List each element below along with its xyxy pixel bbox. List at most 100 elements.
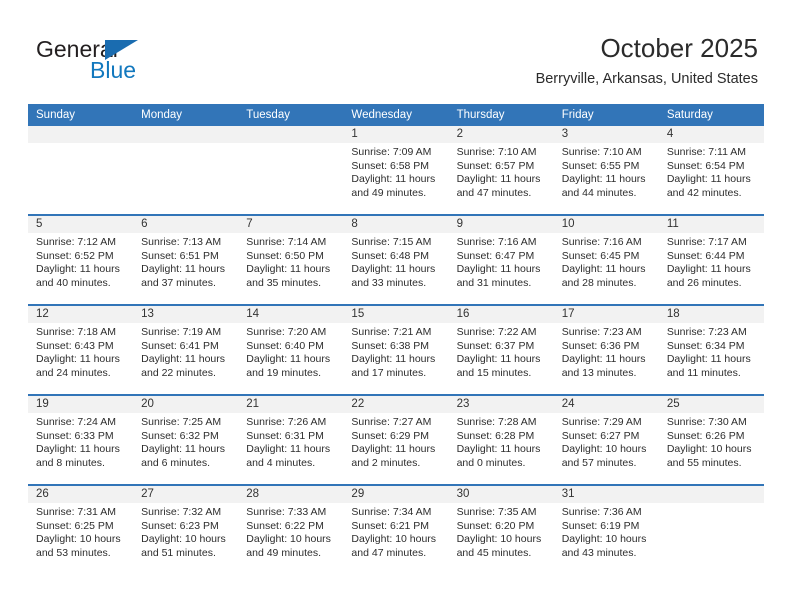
calendar-day-cell[interactable]: 12 Sunrise: 7:18 AM Sunset: 6:43 PM Dayligh… <box>28 304 134 395</box>
weekday-header-sunday: Sunday <box>28 104 134 126</box>
calendar-day-cell[interactable]: 25 Sunrise: 7:30 AM Sunset: 6:26 PM Dayligh… <box>658 394 764 485</box>
calendar-day-cell-empty <box>133 126 239 215</box>
calendar-day-cell[interactable]: 4 Sunrise: 7:11 AM Sunset: 6:54 PM Daylight… <box>658 126 764 215</box>
day-detail-daylight2: and 2 minutes. <box>351 456 421 469</box>
day-detail-sunset: Sunset: 6:22 PM <box>246 519 324 532</box>
day-details: Sunrise: 7:25 AM Sunset: 6:32 PM Daylight:… <box>133 413 238 470</box>
day-details: Sunrise: 7:26 AM Sunset: 6:31 PM Daylight:… <box>238 413 343 470</box>
calendar-day-cell[interactable]: 14 Sunrise: 7:20 AM Sunset: 6:40 PM Dayligh… <box>238 304 344 395</box>
day-detail-sunset: Sunset: 6:28 PM <box>456 429 535 442</box>
day-detail-sunrise: Sunrise: 7:10 AM <box>561 146 642 158</box>
calendar-grid: Sunday Monday Tuesday Wednesday Thursday… <box>28 104 764 574</box>
calendar-day-cell-empty <box>238 126 344 215</box>
calendar-day-cell[interactable]: 17 Sunrise: 7:23 AM Sunset: 6:36 PM Dayligh… <box>553 304 659 395</box>
day-detail-daylight2: and 40 minutes. <box>36 276 111 289</box>
calendar-week-row: 19 Sunrise: 7:24 AM Sunset: 6:33 PM Dayligh… <box>28 394 764 485</box>
day-number: 31 <box>553 486 659 503</box>
calendar-day-cell[interactable]: 7 Sunrise: 7:14 AM Sunset: 6:50 PM Daylight… <box>238 214 344 305</box>
day-detail-daylight1: Daylight: 10 hours <box>561 443 647 456</box>
calendar-day-cell[interactable]: 16 Sunrise: 7:22 AM Sunset: 6:37 PM Dayligh… <box>448 304 554 395</box>
day-number: 6 <box>133 216 239 233</box>
calendar-day-cell[interactable]: 2 Sunrise: 7:10 AM Sunset: 6:57 PM Daylight… <box>448 126 554 215</box>
day-number: 15 <box>343 306 449 323</box>
calendar-day-cell[interactable]: 5 Sunrise: 7:12 AM Sunset: 6:52 PM Daylight… <box>28 214 134 305</box>
day-number <box>28 126 134 143</box>
calendar-day-cell[interactable]: 24 Sunrise: 7:29 AM Sunset: 6:27 PM Dayligh… <box>553 394 659 485</box>
day-number: 8 <box>343 216 449 233</box>
day-number: 29 <box>343 486 449 503</box>
day-cell-inner: 26 Sunrise: 7:31 AM Sunset: 6:25 PM Dayligh… <box>28 486 134 574</box>
day-details: Sunrise: 7:14 AM Sunset: 6:50 PM Daylight:… <box>238 233 343 290</box>
day-detail-sunset: Sunset: 6:44 PM <box>666 249 745 262</box>
day-number: 22 <box>343 396 449 413</box>
brand-logo[interactable]: General Blue <box>32 36 212 88</box>
weekday-header-thursday: Thursday <box>448 104 554 126</box>
day-detail-sunrise: Sunrise: 7:13 AM <box>141 236 222 248</box>
calendar-day-cell[interactable]: 6 Sunrise: 7:13 AM Sunset: 6:51 PM Daylight… <box>133 214 239 305</box>
day-number: 18 <box>658 306 764 323</box>
day-detail-daylight2: and 6 minutes. <box>141 456 211 469</box>
calendar-day-cell[interactable]: 22 Sunrise: 7:27 AM Sunset: 6:29 PM Dayligh… <box>343 394 449 485</box>
day-detail-daylight1: Daylight: 11 hours <box>666 263 751 276</box>
calendar-day-cell-empty <box>658 484 764 574</box>
day-number: 23 <box>448 396 554 413</box>
day-detail-sunrise: Sunrise: 7:10 AM <box>456 146 537 158</box>
day-detail-sunrise: Sunrise: 7:26 AM <box>246 416 327 428</box>
calendar-day-cell[interactable]: 8 Sunrise: 7:15 AM Sunset: 6:48 PM Daylight… <box>343 214 449 305</box>
calendar-day-cell[interactable]: 27 Sunrise: 7:32 AM Sunset: 6:23 PM Dayligh… <box>133 484 239 574</box>
day-detail-daylight1: Daylight: 11 hours <box>141 353 225 366</box>
day-details: Sunrise: 7:23 AM Sunset: 6:36 PM Daylight:… <box>554 323 659 380</box>
day-number: 10 <box>553 216 659 233</box>
calendar-day-cell[interactable]: 3 Sunrise: 7:10 AM Sunset: 6:55 PM Daylight… <box>553 126 659 215</box>
day-details: Sunrise: 7:30 AM Sunset: 6:26 PM Daylight:… <box>659 413 764 470</box>
day-details: Sunrise: 7:20 AM Sunset: 6:40 PM Daylight:… <box>238 323 343 380</box>
calendar-day-cell[interactable]: 15 Sunrise: 7:21 AM Sunset: 6:38 PM Dayligh… <box>343 304 449 395</box>
day-detail-daylight2: and 19 minutes. <box>246 366 321 379</box>
calendar-day-cell[interactable]: 29 Sunrise: 7:34 AM Sunset: 6:21 PM Dayligh… <box>343 484 449 574</box>
day-details: Sunrise: 7:11 AM Sunset: 6:54 PM Daylight:… <box>659 143 764 200</box>
calendar-day-cell[interactable]: 11 Sunrise: 7:17 AM Sunset: 6:44 PM Dayligh… <box>658 214 764 305</box>
day-cell-inner: 11 Sunrise: 7:17 AM Sunset: 6:44 PM Dayligh… <box>658 216 764 304</box>
calendar-day-cell[interactable]: 19 Sunrise: 7:24 AM Sunset: 6:33 PM Dayligh… <box>28 394 134 485</box>
day-details: Sunrise: 7:12 AM Sunset: 6:52 PM Daylight:… <box>28 233 133 290</box>
calendar-week-row: 12 Sunrise: 7:18 AM Sunset: 6:43 PM Dayligh… <box>28 304 764 395</box>
calendar-day-cell[interactable]: 31 Sunrise: 7:36 AM Sunset: 6:19 PM Dayligh… <box>553 484 659 574</box>
calendar-day-cell[interactable]: 20 Sunrise: 7:25 AM Sunset: 6:32 PM Dayligh… <box>133 394 239 485</box>
day-detail-sunset: Sunset: 6:31 PM <box>246 429 324 442</box>
day-detail-daylight2: and 15 minutes. <box>456 366 532 379</box>
day-details: Sunrise: 7:22 AM Sunset: 6:37 PM Daylight:… <box>449 323 554 380</box>
day-cell-inner: 20 Sunrise: 7:25 AM Sunset: 6:32 PM Dayligh… <box>133 396 239 484</box>
day-details: Sunrise: 7:35 AM Sunset: 6:20 PM Daylight:… <box>449 503 554 560</box>
day-detail-daylight2: and 45 minutes. <box>456 546 532 559</box>
calendar-day-cell[interactable]: 21 Sunrise: 7:26 AM Sunset: 6:31 PM Dayligh… <box>238 394 344 485</box>
calendar-day-cell[interactable]: 28 Sunrise: 7:33 AM Sunset: 6:22 PM Dayligh… <box>238 484 344 574</box>
calendar-day-cell[interactable]: 1 Sunrise: 7:09 AM Sunset: 6:58 PM Daylight… <box>343 126 449 215</box>
day-details: Sunrise: 7:15 AM Sunset: 6:48 PM Daylight:… <box>343 233 448 290</box>
day-cell-inner: 10 Sunrise: 7:16 AM Sunset: 6:45 PM Dayligh… <box>553 216 659 304</box>
calendar-day-cell[interactable]: 10 Sunrise: 7:16 AM Sunset: 6:45 PM Dayligh… <box>553 214 659 305</box>
calendar-day-cell[interactable]: 9 Sunrise: 7:16 AM Sunset: 6:47 PM Daylight… <box>448 214 554 305</box>
day-cell-inner: 17 Sunrise: 7:23 AM Sunset: 6:36 PM Dayligh… <box>553 306 659 394</box>
day-details: Sunrise: 7:16 AM Sunset: 6:45 PM Daylight:… <box>554 233 659 290</box>
day-cell-inner: 9 Sunrise: 7:16 AM Sunset: 6:47 PM Daylight… <box>448 216 554 304</box>
day-number <box>133 126 239 143</box>
day-detail-sunrise: Sunrise: 7:12 AM <box>36 236 116 248</box>
calendar-day-cell[interactable]: 13 Sunrise: 7:19 AM Sunset: 6:41 PM Dayligh… <box>133 304 239 395</box>
calendar-day-cell[interactable]: 26 Sunrise: 7:31 AM Sunset: 6:25 PM Dayligh… <box>28 484 134 574</box>
weekday-header-monday: Monday <box>133 104 239 126</box>
day-detail-daylight1: Daylight: 10 hours <box>36 533 121 546</box>
weekday-header-row: Sunday Monday Tuesday Wednesday Thursday… <box>28 104 764 126</box>
calendar-day-cell[interactable]: 30 Sunrise: 7:35 AM Sunset: 6:20 PM Dayligh… <box>448 484 554 574</box>
day-details: Sunrise: 7:27 AM Sunset: 6:29 PM Daylight:… <box>343 413 448 470</box>
day-number: 1 <box>343 126 449 143</box>
day-detail-sunrise: Sunrise: 7:15 AM <box>351 236 432 248</box>
day-cell-inner: 3 Sunrise: 7:10 AM Sunset: 6:55 PM Daylight… <box>553 126 659 214</box>
day-detail-sunrise: Sunrise: 7:16 AM <box>561 236 642 248</box>
day-detail-daylight1: Daylight: 11 hours <box>456 263 541 276</box>
day-detail-daylight1: Daylight: 11 hours <box>351 173 436 186</box>
day-number: 30 <box>448 486 554 503</box>
day-detail-daylight1: Daylight: 11 hours <box>141 443 225 456</box>
day-details: Sunrise: 7:32 AM Sunset: 6:23 PM Daylight:… <box>133 503 238 560</box>
calendar-day-cell[interactable]: 18 Sunrise: 7:23 AM Sunset: 6:34 PM Dayligh… <box>658 304 764 395</box>
calendar-day-cell[interactable]: 23 Sunrise: 7:28 AM Sunset: 6:28 PM Dayligh… <box>448 394 554 485</box>
